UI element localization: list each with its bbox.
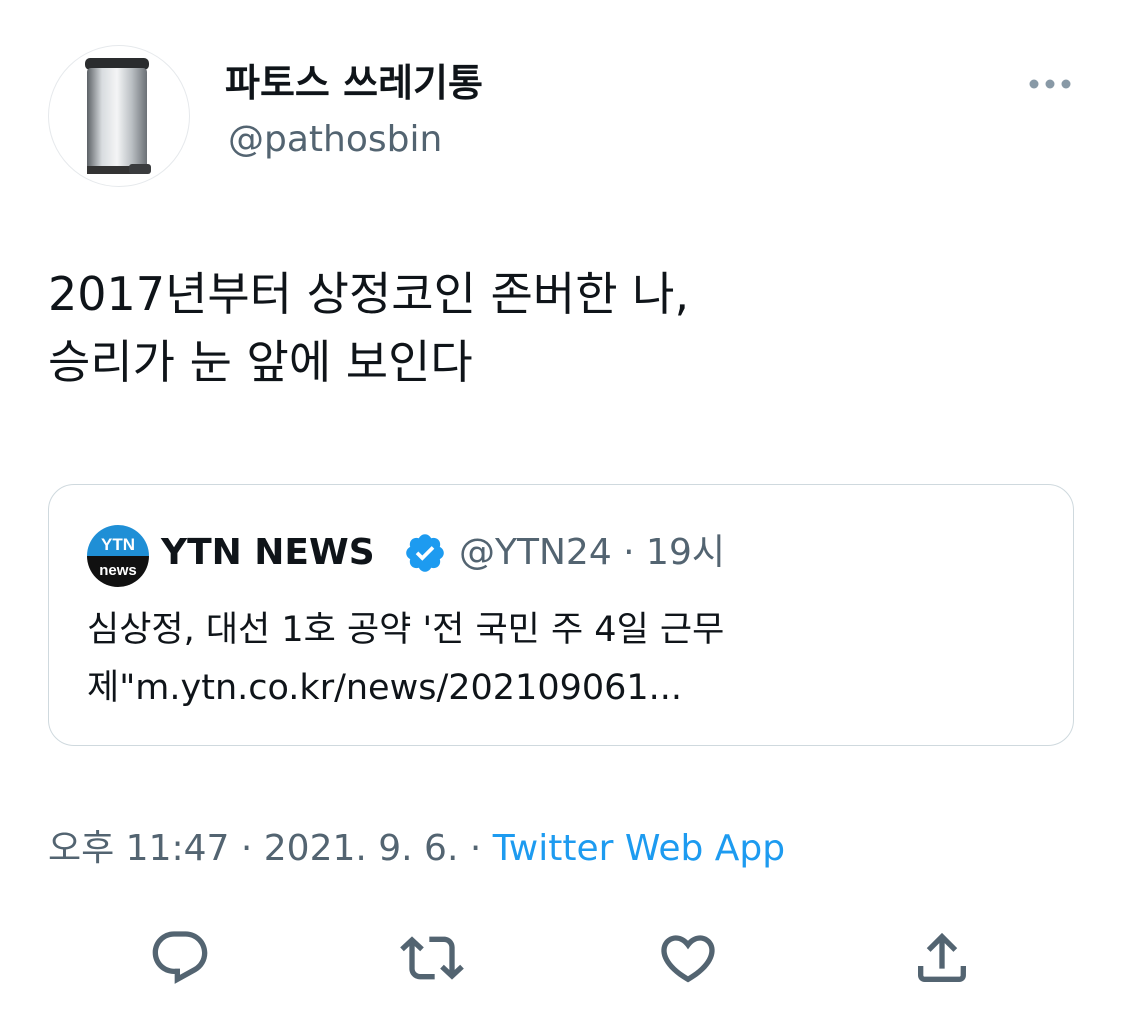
tweet-text-line: 승리가 눈 앞에 보인다 (48, 335, 473, 389)
ytn-logo-bottom-text: news (99, 562, 137, 579)
author-display-name[interactable]: 파토스 쓰레기통 (225, 58, 483, 108)
trash-can-icon (85, 58, 151, 174)
tweet-meta: 오후 11:47 · 2021. 9. 6. · Twitter Web App (48, 824, 785, 874)
reply-button[interactable] (148, 926, 212, 990)
author-handle[interactable]: @pathosbin (228, 116, 442, 164)
quoted-meta: @YTN24 · 19시 (459, 532, 725, 573)
quoted-display-name: YTN NEWS (161, 532, 375, 573)
quoted-text-line: 제"m.ytn.co.kr/news/202109061... (87, 668, 683, 708)
share-button[interactable] (910, 926, 974, 990)
like-icon (661, 935, 715, 983)
quoted-text-line: 심상정, 대선 1호 공약 '전 국민 주 4일 근무 (87, 610, 725, 650)
ytn-logo-top-text: YTN (101, 535, 135, 554)
tweet-text-line: 2017년부터 상정코인 존버한 나, (48, 267, 690, 321)
ytn-logo: YTN news (87, 525, 149, 587)
quoted-tweet-card[interactable]: YTN news YTN NEWS @YTN24 · 19시 심상정, 대선 1… (48, 484, 1074, 746)
tweet-source-link[interactable]: Twitter Web App (493, 828, 785, 869)
tweet-text: 2017년부터 상정코인 존버한 나, 승리가 눈 앞에 보인다 (48, 260, 1088, 396)
tweet-timestamp[interactable]: 오후 11:47 · 2021. 9. 6. · (48, 828, 493, 869)
share-icon (918, 932, 966, 982)
verified-badge-icon (403, 531, 447, 575)
more-options-icon (1029, 79, 1071, 89)
like-button[interactable] (656, 926, 720, 990)
reply-icon (152, 931, 208, 984)
retweet-button[interactable] (400, 926, 464, 990)
avatar[interactable] (48, 45, 190, 187)
more-options-button[interactable] (1020, 62, 1080, 106)
quoted-text: 심상정, 대선 1호 공약 '전 국민 주 4일 근무 제"m.ytn.co.k… (87, 601, 1047, 717)
retweet-icon (400, 936, 464, 980)
